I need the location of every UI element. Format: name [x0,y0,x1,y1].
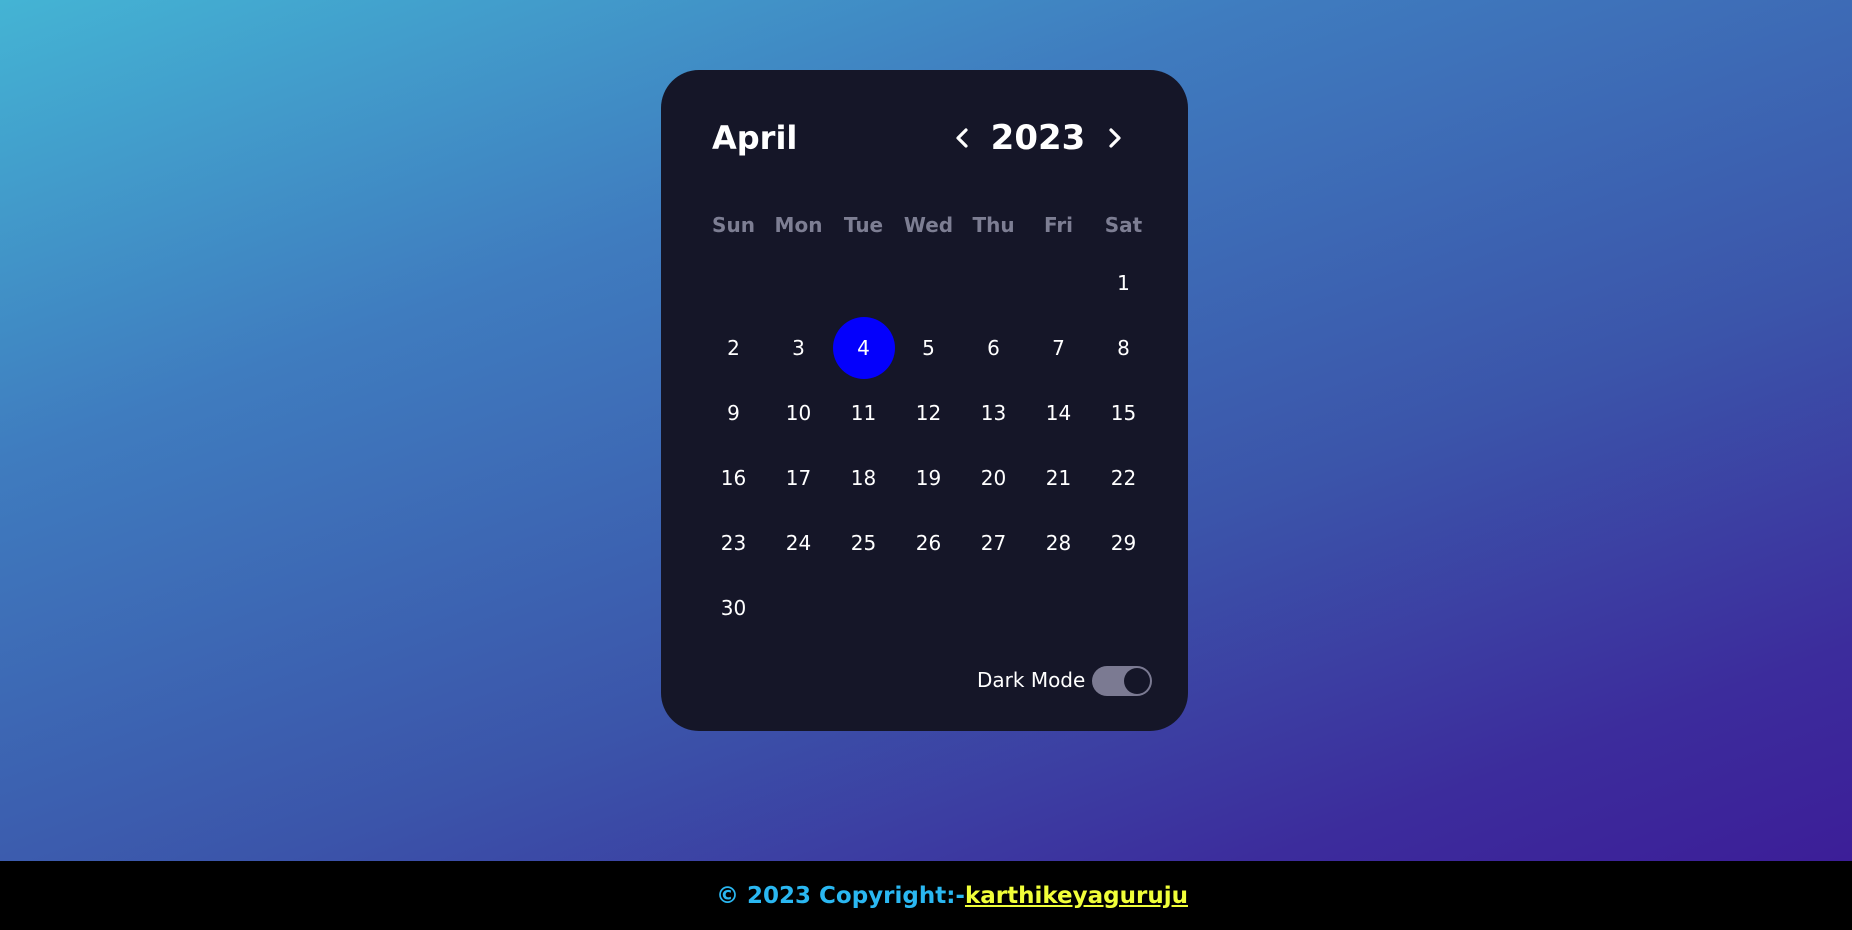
day-cell[interactable]: 23 [703,512,765,574]
gradient-background: April 2023 Sun Mon Tue Wed Thu Fri Sat 1… [0,0,1852,861]
day-cell[interactable]: 22 [1093,447,1155,509]
year-label: 2023 [990,118,1086,158]
previous-year-button[interactable] [944,118,980,158]
day-cell[interactable]: 5 [898,317,960,379]
day-cell[interactable]: 3 [768,317,830,379]
day-cell[interactable]: 15 [1093,382,1155,444]
weekday-mon: Mon [774,213,823,237]
day-cell[interactable]: 11 [833,382,895,444]
weekday-sun: Sun [712,213,755,237]
day-cell[interactable]: 24 [768,512,830,574]
day-cell[interactable]: 25 [833,512,895,574]
year-navigation: 2023 [941,110,1161,166]
weekday-wed: Wed [903,213,954,237]
day-cell[interactable]: 7 [1028,317,1090,379]
chevron-left-icon [956,128,968,148]
calendar-card: April 2023 Sun Mon Tue Wed Thu Fri Sat 1… [661,70,1188,731]
weekday-header-row: Sun Mon Tue Wed Thu Fri Sat [701,205,1156,245]
day-cell[interactable]: 13 [963,382,1025,444]
day-cell[interactable]: 8 [1093,317,1155,379]
day-cell[interactable]: 10 [768,382,830,444]
weekday-sat: Sat [1104,213,1143,237]
day-cell[interactable]: 28 [1028,512,1090,574]
day-cell[interactable]: 6 [963,317,1025,379]
days-grid: 1 2 3 4 5 6 7 8 9 10 11 12 13 14 15 16 17 18 19 20 21 22 23 24 2… [701,252,1156,642]
dark-mode-control: Dark Mode [977,660,1167,700]
dark-mode-label: Dark Mode [977,668,1086,692]
month-label[interactable]: April [712,116,797,160]
weekday-fri: Fri [1043,213,1074,237]
weekday-thu: Thu [972,213,1015,237]
day-cell[interactable]: 19 [898,447,960,509]
day-cell[interactable]: 21 [1028,447,1090,509]
calendar-header: April 2023 [661,70,1188,210]
day-cell[interactable]: 27 [963,512,1025,574]
day-cell[interactable]: 29 [1093,512,1155,574]
copyright-notice: © 2023 Copyright:-karthikeyaguruju [716,879,1188,913]
day-cell[interactable]: 9 [703,382,765,444]
next-year-button[interactable] [1097,118,1133,158]
dark-mode-toggle[interactable] [1092,666,1152,696]
copyright-text: © 2023 Copyright:- [716,883,965,909]
day-cell[interactable]: 18 [833,447,895,509]
day-cell[interactable]: 12 [898,382,960,444]
toggle-knob [1124,668,1150,694]
day-cell[interactable]: 20 [963,447,1025,509]
footer: © 2023 Copyright:-karthikeyaguruju [0,861,1852,930]
day-cell[interactable]: 30 [703,577,765,639]
page: April 2023 Sun Mon Tue Wed Thu Fri Sat 1… [0,0,1852,930]
author-link[interactable]: karthikeyaguruju [965,883,1188,909]
day-cell[interactable]: 16 [703,447,765,509]
day-cell[interactable]: 17 [768,447,830,509]
chevron-right-icon [1109,128,1121,148]
day-cell[interactable]: 1 [1093,252,1155,314]
day-cell[interactable]: 26 [898,512,960,574]
day-cell[interactable]: 2 [703,317,765,379]
day-cell[interactable]: 14 [1028,382,1090,444]
day-cell-today[interactable]: 4 [832,317,895,379]
weekday-tue: Tue [843,213,884,237]
